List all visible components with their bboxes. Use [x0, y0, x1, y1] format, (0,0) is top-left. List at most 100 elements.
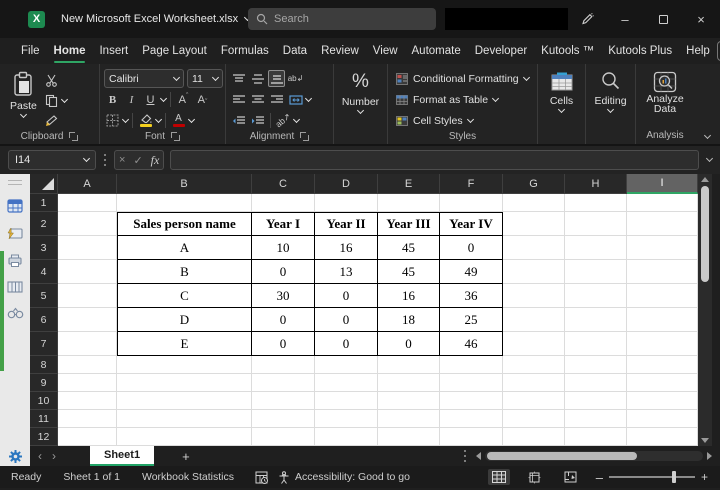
flash-pane-icon[interactable]	[7, 227, 23, 240]
bottom-align-button[interactable]	[268, 70, 285, 87]
row-header-2[interactable]: 2	[30, 212, 58, 236]
format-as-table-button[interactable]: Format as Table	[394, 90, 500, 109]
cell-E5[interactable]: 16	[378, 284, 440, 308]
middle-align-button[interactable]	[249, 70, 266, 87]
underline-dropdown-chevron-icon[interactable]	[159, 94, 168, 102]
decrease-indent-button[interactable]	[230, 112, 247, 129]
bold-button[interactable]: B	[104, 91, 121, 108]
cell-E9[interactable]	[378, 374, 440, 392]
cell-F2[interactable]: Year IV	[440, 212, 503, 236]
underline-button[interactable]: U	[142, 91, 159, 108]
conditional-formatting-button[interactable]: Conditional Formatting	[394, 69, 531, 88]
font-family-select[interactable]: Calibri	[104, 69, 184, 88]
cell-I6[interactable]	[627, 308, 698, 332]
cell-E8[interactable]	[378, 356, 440, 374]
cell-G5[interactable]	[503, 284, 565, 308]
cell-G6[interactable]	[503, 308, 565, 332]
menu-tab-file[interactable]: File	[14, 38, 47, 64]
font-color-button[interactable]: A	[170, 112, 187, 129]
cell-H10[interactable]	[565, 392, 627, 410]
cell-B8[interactable]	[117, 356, 252, 374]
cell-E7[interactable]: 0	[378, 332, 440, 356]
cell-E10[interactable]	[378, 392, 440, 410]
cell-H3[interactable]	[565, 236, 627, 260]
cell-F11[interactable]	[440, 410, 503, 428]
cell-G8[interactable]	[503, 356, 565, 374]
prev-sheet-button[interactable]: ‹	[30, 449, 50, 463]
cell-A6[interactable]	[58, 308, 117, 332]
document-title[interactable]: New Microsoft Excel Worksheet.xlsx	[61, 13, 252, 25]
cell-C9[interactable]	[252, 374, 315, 392]
font-dialog-launcher[interactable]	[171, 131, 180, 141]
cell-F12[interactable]	[440, 428, 503, 446]
menu-tab-data[interactable]: Data	[276, 38, 314, 64]
page-layout-view-button[interactable]	[524, 469, 546, 485]
cell-D2[interactable]: Year II	[315, 212, 378, 236]
menu-tab-developer[interactable]: Developer	[468, 38, 534, 64]
cell-F8[interactable]	[440, 356, 503, 374]
column-header-D[interactable]: D	[315, 174, 378, 194]
increase-font-size-button[interactable]: Aˆ	[175, 91, 192, 108]
copy-dropdown-chevron-icon[interactable]	[60, 95, 68, 103]
menu-tab-help[interactable]: Help	[679, 38, 717, 64]
select-all-button[interactable]	[30, 174, 58, 194]
row-header-11[interactable]: 11	[30, 410, 58, 428]
italic-button[interactable]: I	[123, 91, 140, 108]
column-header-E[interactable]: E	[378, 174, 440, 194]
workbook-statistics-icon[interactable]	[255, 471, 269, 484]
row-header-9[interactable]: 9	[30, 374, 58, 392]
cell-D1[interactable]	[315, 194, 378, 212]
menu-tab-insert[interactable]: Insert	[92, 38, 135, 64]
menu-tab-review[interactable]: Review	[314, 38, 366, 64]
cell-E3[interactable]: 45	[378, 236, 440, 260]
borders-dropdown-chevron-icon[interactable]	[121, 115, 130, 123]
cell-I9[interactable]	[627, 374, 698, 392]
zoom-in-button[interactable]: +	[701, 470, 708, 484]
zoom-out-button[interactable]: –	[596, 470, 603, 485]
menu-tab-kutools-plus[interactable]: Kutools Plus	[601, 38, 679, 64]
enter-button[interactable]: ✓	[133, 154, 142, 167]
cell-D11[interactable]	[315, 410, 378, 428]
scroll-left-arrow-icon[interactable]	[476, 452, 481, 460]
increase-indent-button[interactable]	[249, 112, 266, 129]
cell-H5[interactable]	[565, 284, 627, 308]
maximize-button[interactable]	[644, 0, 682, 38]
menu-tab-view[interactable]: View	[366, 38, 405, 64]
page-break-preview-button[interactable]	[560, 469, 582, 485]
analyze-data-button[interactable]: Analyze Data	[640, 69, 690, 116]
cell-H11[interactable]	[565, 410, 627, 428]
cell-G12[interactable]	[503, 428, 565, 446]
cell-G10[interactable]	[503, 392, 565, 410]
scroll-down-arrow-icon[interactable]	[701, 438, 709, 443]
cell-A12[interactable]	[58, 428, 117, 446]
cell-I4[interactable]	[627, 260, 698, 284]
align-center-button[interactable]	[249, 91, 266, 108]
cell-C5[interactable]: 30	[252, 284, 315, 308]
workbook-statistics-button[interactable]: Workbook Statistics	[131, 471, 245, 483]
cell-H4[interactable]	[565, 260, 627, 284]
cell-D5[interactable]: 0	[315, 284, 378, 308]
vertical-scrollbar[interactable]	[698, 174, 712, 446]
cell-D9[interactable]	[315, 374, 378, 392]
accessibility-status[interactable]: Accessibility: Good to go	[278, 470, 410, 484]
cell-A7[interactable]	[58, 332, 117, 356]
cell-B4[interactable]: B	[117, 260, 252, 284]
cell-F9[interactable]	[440, 374, 503, 392]
cell-styles-button[interactable]: Cell Styles	[394, 111, 475, 130]
binoculars-icon[interactable]	[7, 307, 24, 319]
cell-E1[interactable]	[378, 194, 440, 212]
cells-button[interactable]: Cells	[544, 69, 580, 114]
number-format-button[interactable]: % Number	[336, 69, 385, 115]
horizontal-scroll-track[interactable]	[485, 451, 703, 461]
cell-F1[interactable]	[440, 194, 503, 212]
merge-dropdown-chevron-icon[interactable]	[304, 94, 313, 102]
cell-G1[interactable]	[503, 194, 565, 212]
cell-E6[interactable]: 18	[378, 308, 440, 332]
top-align-button[interactable]	[230, 70, 247, 87]
formula-input[interactable]	[170, 150, 699, 170]
align-left-button[interactable]	[230, 91, 247, 108]
row-header-6[interactable]: 6	[30, 308, 58, 332]
scrollbar-grip[interactable]	[464, 455, 466, 457]
fill-color-chevron-icon[interactable]	[154, 115, 163, 123]
cell-C8[interactable]	[252, 356, 315, 374]
